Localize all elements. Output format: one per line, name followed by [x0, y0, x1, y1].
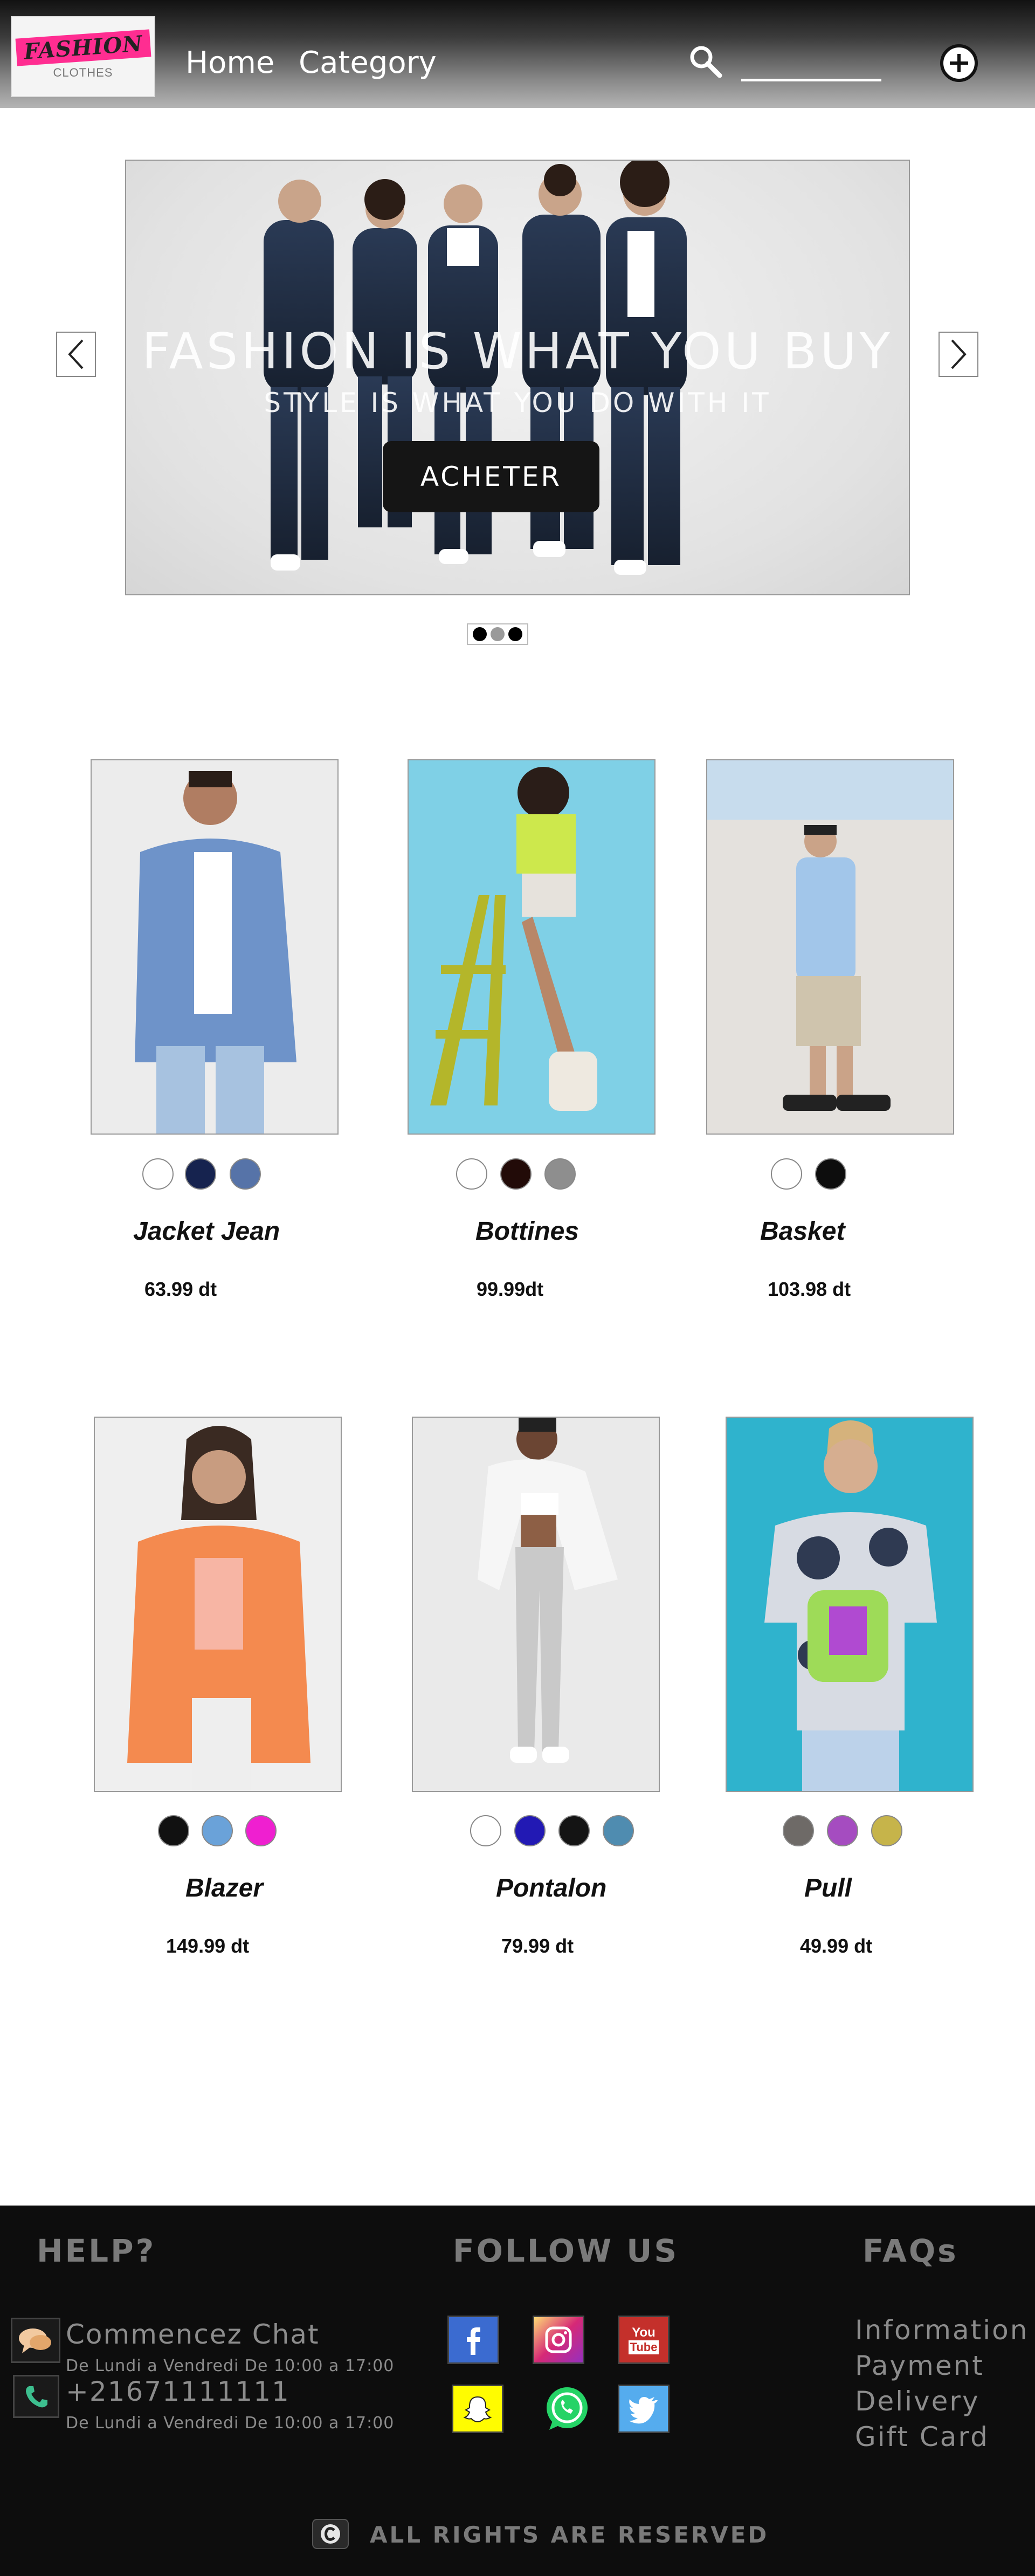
snapchat-icon[interactable] [452, 2385, 503, 2433]
color-swatch[interactable] [815, 1158, 846, 1190]
chat-hours: De Lundi a Vendredi De 10:00 a 17:00 [66, 2357, 395, 2375]
hero-title: FASHION IS WHAT YOU BUY [142, 322, 893, 380]
color-swatch[interactable] [771, 1158, 802, 1190]
carousel-next-button[interactable] [939, 332, 978, 377]
color-swatch[interactable] [230, 1158, 261, 1190]
color-swatch[interactable] [158, 1815, 189, 1846]
phone-icon[interactable] [13, 2375, 59, 2418]
copyright-text: ALL RIGHTS ARE RESERVED [370, 2522, 769, 2548]
search-input[interactable] [741, 56, 881, 81]
faq-link-information[interactable]: Information [855, 2314, 1029, 2346]
hero-subtitle: STYLE IS WHAT YOU DO WITH IT [264, 387, 771, 418]
phone-number-link[interactable]: +21671111111 [66, 2376, 290, 2407]
product-image-basket[interactable] [706, 759, 954, 1135]
product-photo [478, 1418, 618, 1763]
color-swatch[interactable] [783, 1815, 814, 1846]
facebook-icon[interactable] [447, 2316, 499, 2364]
logo-wordmark: FASHION [15, 29, 151, 66]
chat-icon[interactable] [11, 2318, 60, 2363]
product-image-bottines[interactable] [408, 759, 656, 1135]
brand-logo[interactable]: FASHION CLOTHES [11, 16, 155, 97]
product-price: 149.99 dt [166, 1935, 250, 1957]
faq-link-delivery[interactable]: Delivery [855, 2386, 980, 2417]
product-price: 99.99dt [477, 1278, 544, 1300]
whatsapp-icon[interactable] [541, 2385, 593, 2433]
product-photo [764, 1420, 937, 1791]
youtube-logo-text: You [632, 2325, 656, 2340]
color-swatch[interactable] [470, 1815, 501, 1846]
faq-link-payment[interactable]: Payment [855, 2350, 984, 2381]
faqs-heading: FAQs [862, 2232, 958, 2269]
carousel-prev-button[interactable] [56, 332, 96, 377]
color-swatch[interactable] [185, 1158, 216, 1190]
color-swatch[interactable] [202, 1815, 233, 1846]
color-swatch[interactable] [871, 1815, 902, 1846]
nav-home-link[interactable]: Home [185, 45, 274, 80]
product-name[interactable]: Jacket Jean [133, 1217, 280, 1246]
copyright-icon [312, 2519, 349, 2549]
color-swatch[interactable] [558, 1815, 590, 1846]
color-swatch[interactable] [456, 1158, 487, 1190]
help-heading: HELP? [37, 2232, 156, 2269]
twitter-icon[interactable] [618, 2385, 670, 2433]
product-photo [707, 760, 953, 1111]
color-swatch[interactable] [603, 1815, 634, 1846]
faq-link-gift-card[interactable]: Gift Card [855, 2421, 989, 2453]
search-icon[interactable] [687, 43, 725, 81]
product-image-pull[interactable] [726, 1417, 974, 1792]
follow-us-heading: FOLLOW US [453, 2232, 679, 2269]
carousel-dot-2-active[interactable] [490, 627, 505, 641]
product-name[interactable]: Bottines [475, 1217, 579, 1246]
logo-subtitle: CLOTHES [53, 65, 113, 79]
product-photo [135, 771, 296, 1134]
youtube-icon[interactable]: You Tube [618, 2316, 670, 2364]
color-swatch[interactable] [245, 1815, 277, 1846]
product-price: 63.99 dt [144, 1278, 217, 1300]
product-name[interactable]: Pontalon [496, 1873, 606, 1903]
color-swatch[interactable] [142, 1158, 174, 1190]
nav-category-link[interactable]: Category [299, 45, 437, 80]
color-swatch[interactable] [544, 1158, 576, 1190]
buy-button[interactable]: ACHETER [383, 441, 599, 512]
carousel-dot-3[interactable] [508, 627, 522, 641]
product-name[interactable]: Basket [760, 1217, 845, 1246]
chevron-right-icon [951, 339, 967, 369]
color-swatch[interactable] [514, 1815, 546, 1846]
color-swatch[interactable] [827, 1815, 858, 1846]
youtube-logo-text: Tube [628, 2340, 659, 2354]
product-name[interactable]: Pull [804, 1873, 852, 1903]
product-price: 49.99 dt [800, 1935, 873, 1957]
product-price: 79.99 dt [501, 1935, 574, 1957]
top-navbar: FASHION CLOTHES Home Category [0, 0, 1035, 108]
carousel-dot-1[interactable] [473, 627, 487, 641]
product-image-pontalon[interactable] [412, 1417, 660, 1792]
product-photo [430, 767, 597, 1111]
phone-hours: De Lundi a Vendredi De 10:00 a 17:00 [66, 2414, 395, 2433]
instagram-icon[interactable] [533, 2316, 584, 2364]
hero-banner: FASHION IS WHAT YOU BUY STYLE IS WHAT YO… [125, 160, 910, 595]
product-price: 103.98 dt [768, 1278, 851, 1300]
add-circle-icon[interactable] [939, 43, 979, 83]
product-image-blazer[interactable] [94, 1417, 342, 1792]
carousel-indicators [467, 623, 528, 645]
product-photo [127, 1426, 310, 1791]
color-swatch[interactable] [500, 1158, 532, 1190]
chevron-left-icon [68, 339, 84, 369]
product-name[interactable]: Blazer [185, 1873, 263, 1903]
product-image-jacket-jean[interactable] [91, 759, 339, 1135]
start-chat-link[interactable]: Commencez Chat [66, 2319, 320, 2350]
